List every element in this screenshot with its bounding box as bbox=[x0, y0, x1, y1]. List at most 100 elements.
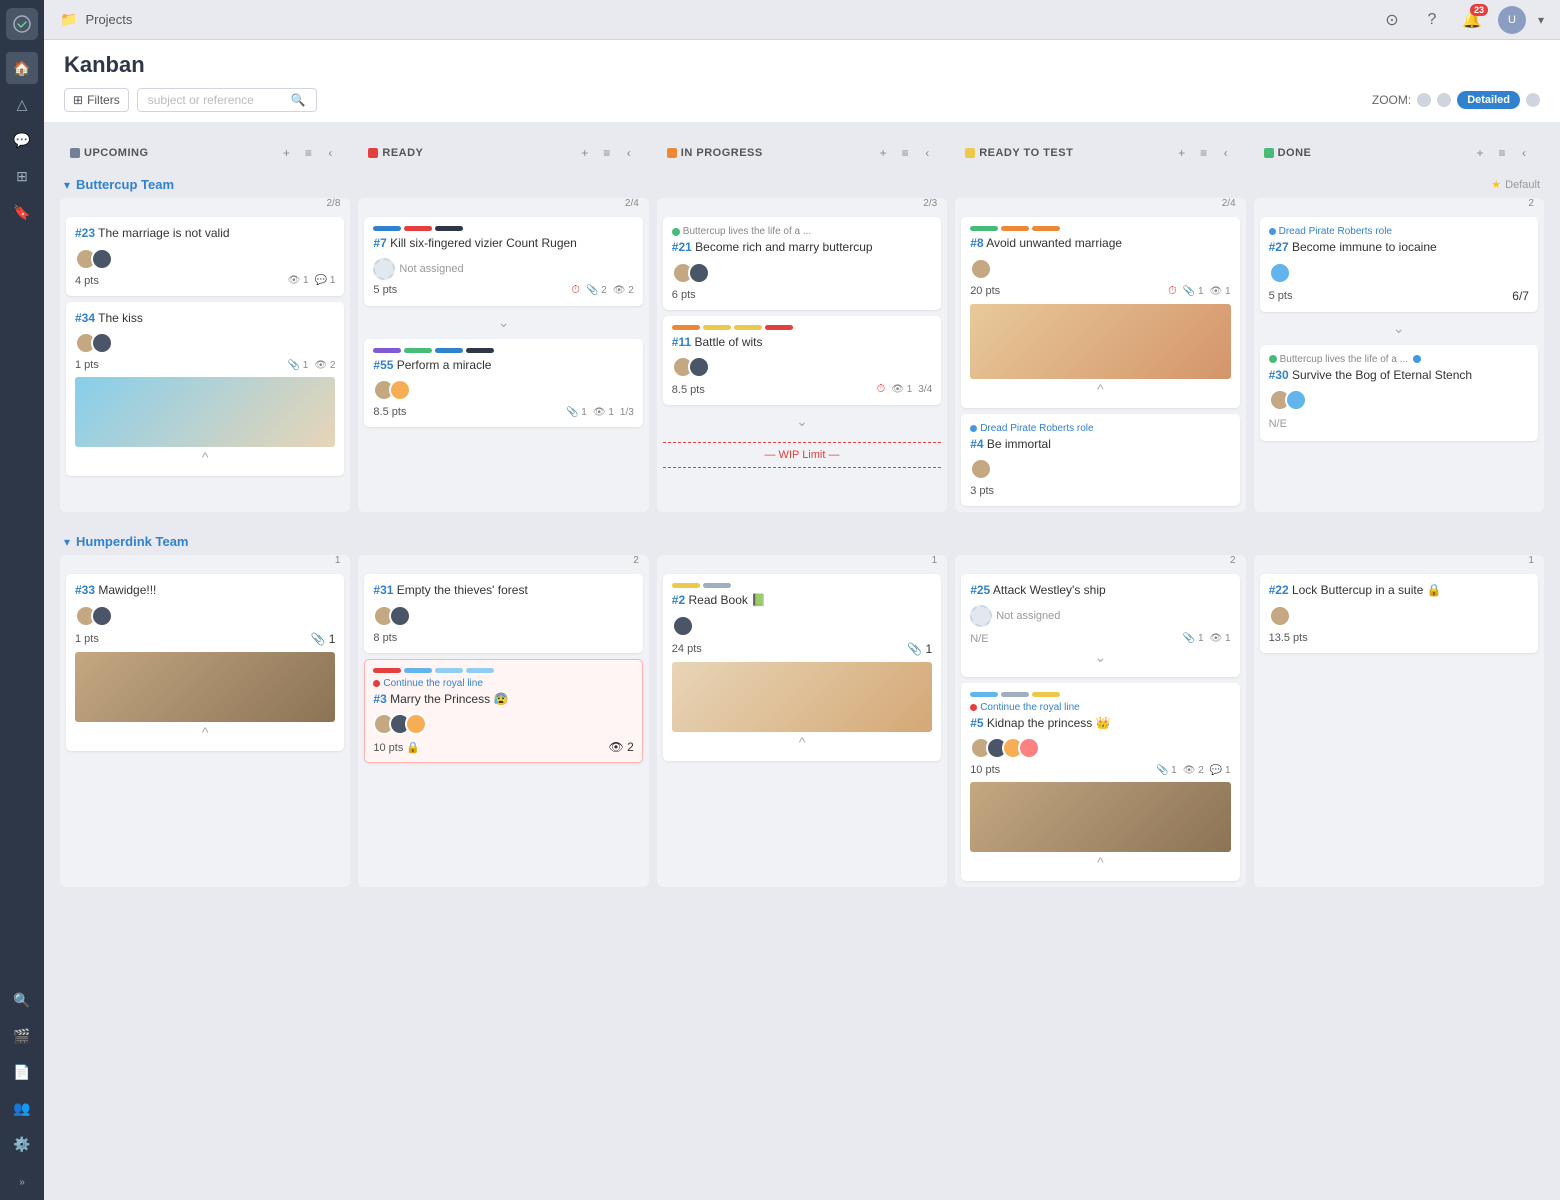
card-7-not-assigned: Not assigned bbox=[373, 258, 633, 280]
card-34[interactable]: #34 The kiss 1 pts 📎 1 👁 2 bbox=[66, 302, 344, 477]
card-8-expand[interactable]: ^ bbox=[970, 379, 1230, 399]
card-7-expand[interactable]: ⌄ bbox=[364, 312, 642, 333]
team-humperdink-header[interactable]: ▾ Humperdink Team bbox=[60, 528, 1544, 555]
buttercup-readytotest-cards: #8 Avoid unwanted marriage 20 pts ⏱ 📎 1 bbox=[955, 213, 1245, 512]
card-8-title: #8 Avoid unwanted marriage bbox=[970, 236, 1230, 252]
card-30[interactable]: Buttercup lives the life of a ... #30 Su… bbox=[1260, 345, 1538, 442]
search-input[interactable]: subject or reference 🔍 bbox=[137, 88, 317, 112]
card-25[interactable]: #25 Attack Westley's ship Not assigned N… bbox=[961, 574, 1239, 677]
card-55-title: #55 Perform a miracle bbox=[373, 358, 633, 374]
question-icon[interactable]: ? bbox=[1418, 6, 1446, 34]
card-11-expand[interactable]: ⌄ bbox=[663, 411, 941, 432]
sidebar-item-settings[interactable]: ⚙️ bbox=[6, 1128, 38, 1160]
team-default-label: ★ Default bbox=[1491, 178, 1540, 191]
card-2-collapse[interactable]: ^ bbox=[672, 732, 932, 752]
sidebar-item-video[interactable]: 🎬 bbox=[6, 1020, 38, 1052]
col-collapse-btn-readytotest[interactable]: ‹ bbox=[1216, 143, 1236, 163]
card-31-title: #31 Empty the thieves' forest bbox=[373, 583, 633, 599]
col-add-btn-ready[interactable]: + bbox=[575, 143, 595, 163]
col-add-btn-upcoming[interactable]: + bbox=[276, 143, 296, 163]
col-sort-btn-inprogress[interactable]: ≡ bbox=[895, 143, 915, 163]
sidebar-item-bookmark[interactable]: 🔖 bbox=[6, 196, 38, 228]
col-header-inprogress: IN PROGRESS + ≡ ‹ bbox=[657, 135, 947, 171]
col-collapse-btn-done[interactable]: ‹ bbox=[1514, 143, 1534, 163]
card-22[interactable]: #22 Lock Buttercup in a suite 🔒 13.5 pts bbox=[1260, 574, 1538, 653]
filter-button[interactable]: ⊞ Filters bbox=[64, 88, 129, 112]
col-sort-btn-ready[interactable]: ≡ bbox=[597, 143, 617, 163]
lock-icon: 🔒 bbox=[406, 742, 420, 754]
humperdink-team-columns: 1 #33 Mawidge!!! 1 pts bbox=[60, 555, 1544, 887]
buttercup-upcoming-count: 2/8 bbox=[60, 198, 350, 213]
team-buttercup-header[interactable]: ▾ Buttercup Team ★ Default bbox=[60, 171, 1544, 198]
col-add-btn-inprogress[interactable]: + bbox=[873, 143, 893, 163]
sidebar-item-chat[interactable]: 💬 bbox=[6, 124, 38, 156]
card-3-tags bbox=[373, 668, 633, 673]
zoom-dot-large[interactable] bbox=[1526, 93, 1540, 107]
sidebar-item-doc[interactable]: 📄 bbox=[6, 1056, 38, 1088]
notification-icon[interactable]: 🔔23 bbox=[1458, 6, 1486, 34]
card-3[interactable]: Continue the royal line #3 Marry the Pri… bbox=[364, 659, 642, 764]
user-avatar[interactable]: U bbox=[1498, 6, 1526, 34]
card-55[interactable]: #55 Perform a miracle 8.5 pts 📎 1 bbox=[364, 339, 642, 428]
sidebar-item-people[interactable]: 👥 bbox=[6, 1092, 38, 1124]
upcoming-status-dot bbox=[70, 148, 80, 158]
card-31[interactable]: #31 Empty the thieves' forest 8 pts bbox=[364, 574, 642, 653]
card-27-expand[interactable]: ⌄ bbox=[1260, 318, 1538, 339]
card-33[interactable]: #33 Mawidge!!! 1 pts 📎 1 bbox=[66, 574, 344, 751]
col-actions-readytotest: + ≡ ‹ bbox=[1172, 143, 1236, 163]
zoom-dot-small[interactable] bbox=[1417, 93, 1431, 107]
sidebar-item-triangle[interactable]: △ bbox=[6, 88, 38, 120]
sidebar-item-search[interactable]: 🔍 bbox=[6, 984, 38, 1016]
card-2-pts: 24 pts bbox=[672, 643, 702, 655]
clips-stat: 📎 1 bbox=[310, 632, 335, 646]
card-5[interactable]: Continue the royal line #5 Kidnap the pr… bbox=[961, 683, 1239, 882]
card-4[interactable]: Dread Pirate Roberts role #4 Be immortal… bbox=[961, 414, 1239, 507]
sidebar-expand[interactable]: » bbox=[6, 1172, 38, 1192]
team-buttercup: ▾ Buttercup Team ★ Default 2/8 #23 The m… bbox=[60, 171, 1544, 512]
card-7-pts: 5 pts bbox=[373, 284, 397, 296]
col-sort-btn-readytotest[interactable]: ≡ bbox=[1194, 143, 1214, 163]
card-25-expand[interactable]: ⌄ bbox=[970, 647, 1230, 668]
card-23[interactable]: #23 The marriage is not valid 4 pts 👁 1 bbox=[66, 217, 344, 296]
card-8[interactable]: #8 Avoid unwanted marriage 20 pts ⏱ 📎 1 bbox=[961, 217, 1239, 408]
tag bbox=[466, 348, 494, 353]
logo[interactable] bbox=[6, 8, 38, 40]
card-25-not-assigned: Not assigned bbox=[970, 605, 1230, 627]
tag bbox=[970, 226, 998, 231]
card-3-footer: 10 pts 🔒 👁 2 bbox=[373, 740, 633, 754]
buttercup-readytotest-count: 2/4 bbox=[955, 198, 1245, 213]
sub-stat: 6/7 bbox=[1512, 289, 1529, 303]
zoom-detailed[interactable]: Detailed bbox=[1457, 91, 1520, 109]
avatar bbox=[1018, 737, 1040, 759]
avatar bbox=[91, 248, 113, 270]
board-inner: UPCOMING + ≡ ‹ READY + ≡ bbox=[60, 135, 1544, 895]
col-collapse-btn-upcoming[interactable]: ‹ bbox=[320, 143, 340, 163]
sidebar-item-grid[interactable]: ⊞ bbox=[6, 160, 38, 192]
col-header-readytotest-inner: READY TO TEST + ≡ ‹ bbox=[955, 135, 1245, 171]
avatar bbox=[688, 356, 710, 378]
card-11[interactable]: #11 Battle of wits 8.5 pts ⏱ 👁 1 bbox=[663, 316, 941, 406]
col-collapse-btn-inprogress[interactable]: ‹ bbox=[917, 143, 937, 163]
card-33-collapse[interactable]: ^ bbox=[75, 722, 335, 742]
help-circle-icon[interactable]: ⊙ bbox=[1378, 6, 1406, 34]
card-2[interactable]: #2 Read Book 📗 24 pts 📎 1 ^ bbox=[663, 574, 941, 761]
card-5-title: #5 Kidnap the princess 👑 bbox=[970, 716, 1230, 732]
user-menu-chevron[interactable]: ▾ bbox=[1538, 13, 1544, 27]
team-humperdink-title: Humperdink Team bbox=[76, 534, 188, 549]
avatar bbox=[1269, 262, 1291, 284]
card-27[interactable]: Dread Pirate Roberts role #27 Become imm… bbox=[1260, 217, 1538, 312]
col-add-btn-readytotest[interactable]: + bbox=[1172, 143, 1192, 163]
col-sort-btn-done[interactable]: ≡ bbox=[1492, 143, 1512, 163]
zoom-dot-medium[interactable] bbox=[1437, 93, 1451, 107]
card-55-tags bbox=[373, 348, 633, 353]
col-collapse-btn-ready[interactable]: ‹ bbox=[619, 143, 639, 163]
team-chevron-humperdink: ▾ bbox=[64, 535, 70, 549]
sidebar-item-home[interactable]: 🏠 bbox=[6, 52, 38, 84]
role-dot bbox=[970, 704, 977, 711]
card-5-expand[interactable]: ^ bbox=[970, 852, 1230, 872]
card-7[interactable]: #7 Kill six-fingered vizier Count Rugen … bbox=[364, 217, 642, 306]
col-sort-btn-upcoming[interactable]: ≡ bbox=[298, 143, 318, 163]
card-21[interactable]: Buttercup lives the life of a ... #21 Be… bbox=[663, 217, 941, 310]
col-add-btn-done[interactable]: + bbox=[1470, 143, 1490, 163]
card-34-collapse[interactable]: ^ bbox=[75, 447, 335, 467]
